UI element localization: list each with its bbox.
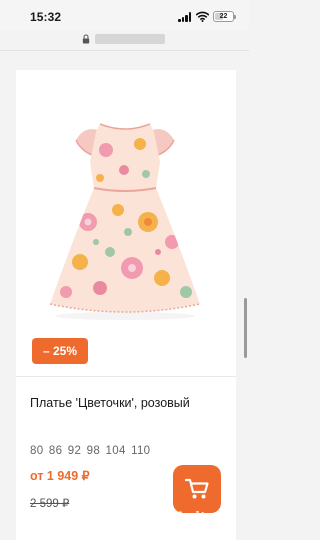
product-old-price: 2 599 ₽ bbox=[30, 498, 70, 510]
divider bbox=[0, 50, 249, 51]
watermark-text: Avito bbox=[174, 508, 216, 527]
product-image-dress[interactable] bbox=[40, 92, 210, 322]
divider bbox=[16, 376, 236, 377]
avito-watermark: Avito bbox=[145, 503, 216, 527]
cart-icon bbox=[184, 478, 209, 499]
scrollbar[interactable] bbox=[244, 298, 247, 358]
url-bar[interactable] bbox=[82, 33, 166, 45]
battery-level: 22 bbox=[219, 13, 228, 20]
status-bar: 15:32 22 bbox=[0, 0, 249, 30]
product-sizes: 80 86 92 98 104 110 bbox=[30, 445, 151, 457]
status-time: 15:32 bbox=[30, 10, 62, 24]
product-title[interactable]: Платье 'Цветочки', розовый bbox=[30, 394, 220, 413]
url-text-blurred bbox=[95, 34, 165, 44]
signal-icon bbox=[178, 12, 192, 22]
product-price: от 1 949 ₽ bbox=[30, 469, 90, 483]
battery-icon: 22 bbox=[213, 11, 236, 22]
discount-badge: – 25% bbox=[32, 338, 88, 364]
wifi-icon bbox=[196, 11, 209, 22]
lock-icon bbox=[82, 34, 90, 44]
